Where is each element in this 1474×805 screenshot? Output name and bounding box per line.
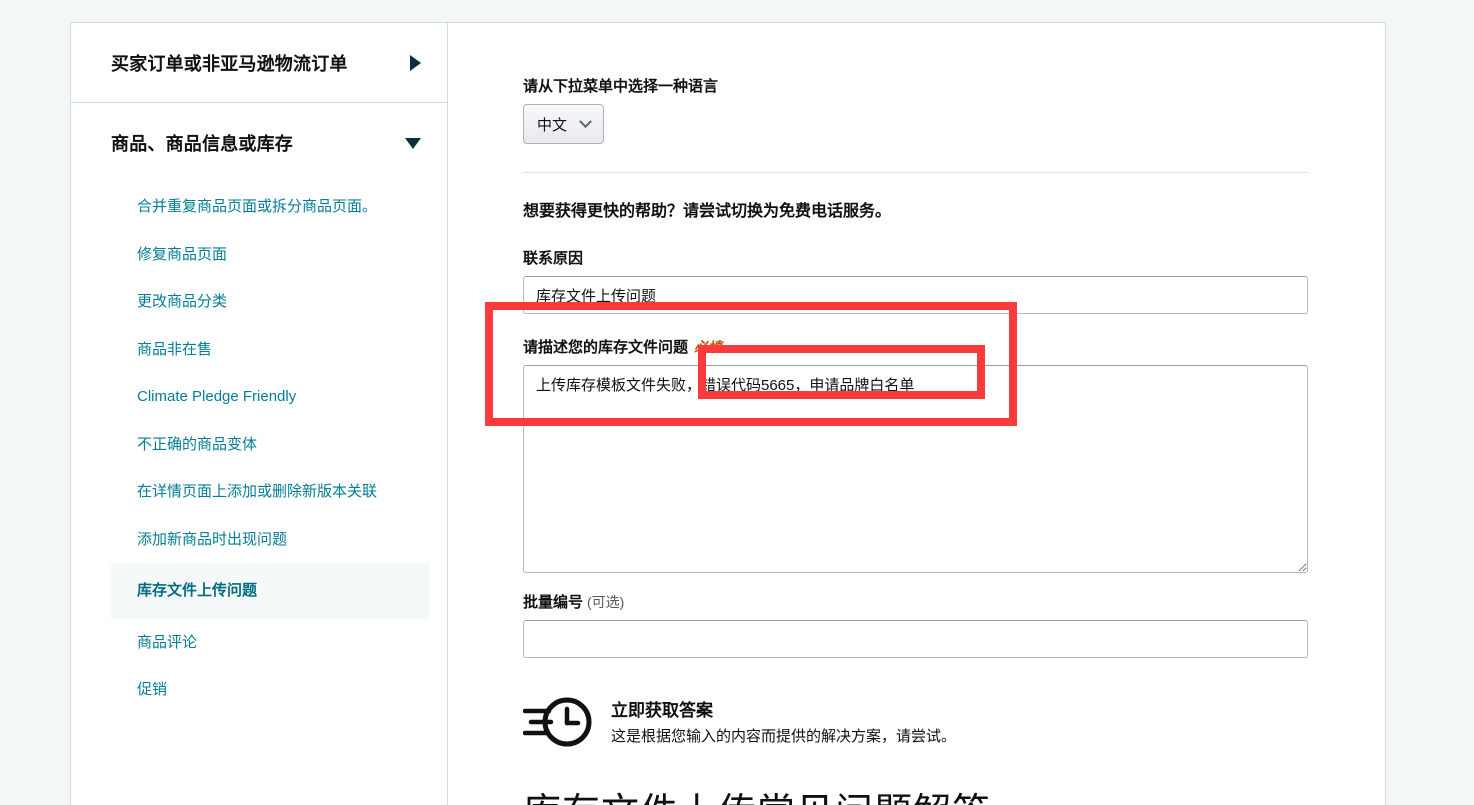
sidebar-item-fix-product-page[interactable]: 修复商品页面 [111, 231, 437, 279]
sidebar-item-inventory-file-upload[interactable]: 库存文件上传问题 [111, 563, 430, 619]
contact-reason-input[interactable] [523, 276, 1308, 314]
caret-down-icon [405, 137, 421, 149]
instant-answer-text: 立即获取答案 这是根据您输入的内容而提供的解决方案，请尝试。 [611, 696, 956, 746]
chevron-down-icon [579, 114, 592, 128]
sidebar-section-title: 买家订单或非亚马逊物流订单 [111, 53, 348, 74]
batch-id-input[interactable] [523, 620, 1308, 658]
description-textarea[interactable] [523, 365, 1308, 573]
section-divider [523, 172, 1308, 173]
batch-id-label: 批量编号 (可选) [523, 591, 1308, 612]
batch-id-field: 批量编号 (可选) [523, 591, 1308, 658]
sidebar-section-products[interactable]: 商品、商品信息或库存 [71, 103, 447, 183]
instant-answer-block: 立即获取答案 这是根据您输入的内容而提供的解决方案，请尝试。 [522, 696, 1308, 753]
sidebar-item-incorrect-variation[interactable]: 不正确的商品变体 [111, 421, 437, 469]
sidebar-item-not-for-sale[interactable]: 商品非在售 [111, 326, 437, 374]
sidebar-section-buyer-orders[interactable]: 买家订单或非亚马逊物流订单 [71, 23, 447, 103]
sidebar-item-product-reviews[interactable]: 商品评论 [111, 619, 437, 667]
sidebar-item-promotions[interactable]: 促销 [111, 666, 437, 714]
sidebar-item-change-category[interactable]: 更改商品分类 [111, 278, 437, 326]
language-field: 请从下拉菜单中选择一种语言 中文 [523, 75, 1308, 144]
instant-answer-subtitle: 这是根据您输入的内容而提供的解决方案，请尝试。 [611, 728, 957, 745]
fast-clock-icon [522, 696, 595, 753]
main-content: 请从下拉菜单中选择一种语言 中文 想要获得更快的帮助？请尝试切换为免费电话服务。… [449, 23, 1386, 805]
sidebar-section-title: 商品、商品信息或库存 [111, 134, 293, 154]
page-root: 买家订单或非亚马逊物流订单 商品、商品信息或库存 合并重复商品页面或拆分商品页面… [0, 0, 1474, 805]
faster-help-text: 想要获得更快的帮助？请尝试切换为免费电话服务。 [523, 203, 892, 220]
sidebar-item-climate-pledge-friendly[interactable]: Climate Pledge Friendly [111, 373, 437, 421]
contact-reason-label: 联系原因 [523, 250, 584, 267]
batch-id-label-text: 批量编号 [523, 594, 584, 611]
description-field: 请描述您的库存文件问题 必填 [523, 336, 1308, 573]
language-select[interactable]: 中文 [523, 104, 605, 144]
description-label: 请描述您的库存文件问题 必填 [523, 336, 1308, 357]
description-label-text: 请描述您的库存文件问题 [523, 339, 689, 356]
caret-right-icon [410, 54, 421, 71]
sidebar-item-new-product-issue[interactable]: 添加新商品时出现问题 [111, 516, 437, 564]
required-tag: 必填 [694, 339, 723, 355]
help-panel-card: 买家订单或非亚马逊物流订单 商品、商品信息或库存 合并重复商品页面或拆分商品页面… [70, 22, 1386, 805]
language-select-value: 中文 [537, 116, 568, 134]
instant-answer-title: 立即获取答案 [611, 701, 713, 720]
contact-reason-field: 联系原因 [523, 247, 1308, 314]
sidebar-item-merge-split[interactable]: 合并重复商品页面或拆分商品页面。 [111, 183, 437, 231]
language-label: 请从下拉菜单中选择一种语言 [523, 78, 719, 95]
faq-heading: 库存文件上传常见问题解答 [523, 781, 1308, 805]
sidebar: 买家订单或非亚马逊物流订单 商品、商品信息或库存 合并重复商品页面或拆分商品页面… [71, 23, 448, 805]
sidebar-item-add-remove-edition[interactable]: 在详情页面上添加或删除新版本关联 [111, 468, 437, 516]
optional-tag: (可选) [587, 594, 625, 610]
sidebar-topic-list: 合并重复商品页面或拆分商品页面。 修复商品页面 更改商品分类 商品非在售 Cli… [71, 183, 447, 714]
